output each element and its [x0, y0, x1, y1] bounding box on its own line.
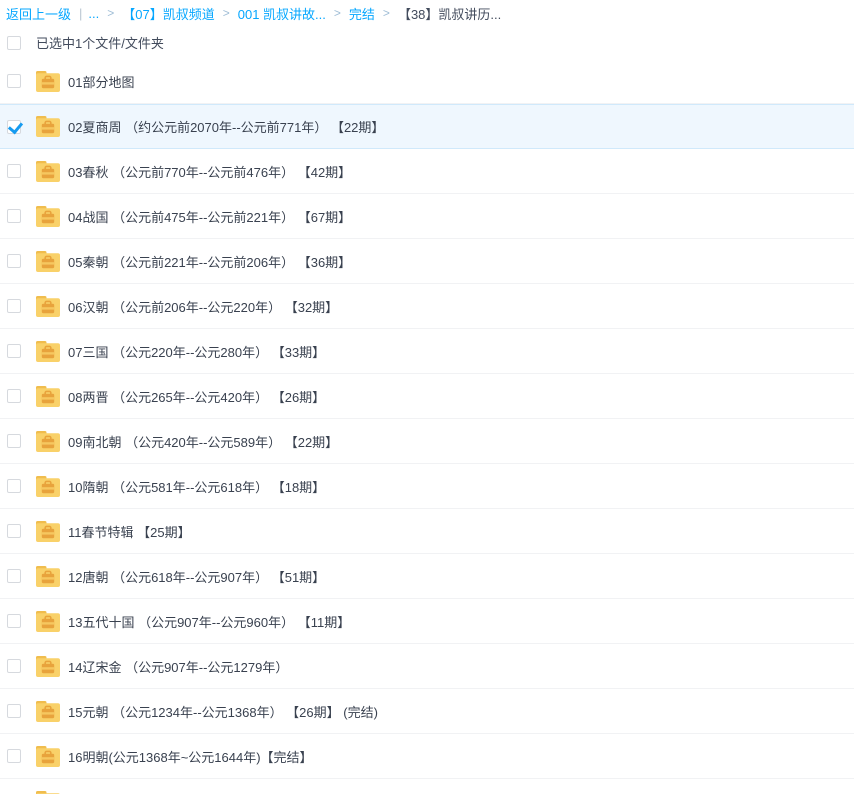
row-checkbox[interactable] [7, 74, 21, 88]
folder-icon [36, 521, 60, 542]
folder-icon [36, 296, 60, 317]
breadcrumb-item[interactable]: 001 凯叔讲故... [238, 4, 326, 23]
file-row[interactable]: 03春秋 （公元前770年--公元前476年） 【42期】 [0, 149, 854, 194]
row-checkbox[interactable] [7, 524, 21, 538]
file-row[interactable]: 16明朝(公元1368年~公元1644年)【完结】 [0, 734, 854, 779]
selection-count-label: 已选中1个文件/文件夹 [36, 33, 164, 52]
file-name-link[interactable]: 13五代十国 （公元907年--公元960年） 【11期】 [68, 612, 350, 631]
file-row[interactable]: 09南北朝 （公元420年--公元589年） 【22期】 [0, 419, 854, 464]
chevron-right-icon: > [223, 6, 230, 20]
chevron-right-icon: > [383, 6, 390, 20]
file-name-link[interactable]: 16明朝(公元1368年~公元1644年)【完结】 [68, 747, 313, 766]
file-name-link[interactable]: 14辽宋金 （公元907年--公元1279年） [68, 657, 288, 676]
breadcrumb-pipe: | [79, 6, 82, 21]
file-name-link[interactable]: 05秦朝 （公元前221年--公元前206年） 【36期】 [68, 252, 351, 271]
folder-icon [36, 116, 60, 137]
breadcrumb-item[interactable]: 完结 [349, 4, 375, 23]
folder-icon [36, 611, 60, 632]
folder-icon [36, 566, 60, 587]
file-row[interactable]: 11春节特辑 【25期】 [0, 509, 854, 554]
file-row[interactable]: 01部分地图 [0, 59, 854, 104]
file-name-link[interactable]: 01部分地图 [68, 72, 134, 91]
folder-icon [36, 791, 60, 794]
file-name-link[interactable]: 06汉朝 （公元前206年--公元220年） 【32期】 [68, 297, 338, 316]
folder-icon [36, 701, 60, 722]
folder-icon [36, 386, 60, 407]
folder-icon [36, 431, 60, 452]
file-name-link[interactable]: 10隋朝 （公元581年--公元618年） 【18期】 [68, 477, 325, 496]
file-name-link[interactable]: 11春节特辑 【25期】 [68, 522, 191, 541]
file-name-link[interactable]: 04战国 （公元前475年--公元前221年） 【67期】 [68, 207, 351, 226]
row-checkbox[interactable] [7, 389, 21, 403]
breadcrumb-current: 【38】凯叔讲历... [398, 4, 501, 23]
folder-icon [36, 656, 60, 677]
file-name-link[interactable]: 03春秋 （公元前770年--公元前476年） 【42期】 [68, 162, 351, 181]
file-name-link[interactable]: 08两晋 （公元265年--公元420年） 【26期】 [68, 387, 325, 406]
file-list: 01部分地图 02夏商周 （约公元前2070年--公元前771年） 【22期】 [0, 59, 854, 794]
file-row[interactable]: 12唐朝 （公元618年--公元907年） 【51期】 [0, 554, 854, 599]
file-row[interactable]: 13五代十国 （公元907年--公元960年） 【11期】 [0, 599, 854, 644]
row-checkbox[interactable] [7, 254, 21, 268]
folder-icon [36, 161, 60, 182]
row-checkbox[interactable] [7, 164, 21, 178]
chevron-right-icon: > [334, 6, 341, 20]
file-row[interactable]: 15元朝 （公元1234年--公元1368年） 【26期】 (完结) [0, 689, 854, 734]
file-row[interactable] [0, 779, 854, 794]
row-checkbox[interactable] [7, 479, 21, 493]
file-name-link[interactable]: 02夏商周 （约公元前2070年--公元前771年） 【22期】 [68, 117, 384, 136]
select-all-checkbox[interactable] [7, 36, 21, 50]
row-checkbox[interactable] [7, 209, 21, 223]
file-name-link[interactable]: 09南北朝 （公元420年--公元589年） 【22期】 [68, 432, 338, 451]
file-name-link[interactable]: 15元朝 （公元1234年--公元1368年） 【26期】 (完结) [68, 702, 378, 721]
folder-icon [36, 251, 60, 272]
folder-icon [36, 206, 60, 227]
file-name-link[interactable]: 12唐朝 （公元618年--公元907年） 【51期】 [68, 567, 325, 586]
folder-icon [36, 341, 60, 362]
row-checkbox[interactable] [7, 614, 21, 628]
row-checkbox[interactable] [7, 749, 21, 763]
file-row[interactable]: 10隋朝 （公元581年--公元618年） 【18期】 [0, 464, 854, 509]
folder-icon [36, 476, 60, 497]
row-checkbox[interactable] [7, 659, 21, 673]
file-row[interactable]: 14辽宋金 （公元907年--公元1279年） [0, 644, 854, 689]
breadcrumb-items: ... > 【07】凯叔频道 >001 凯叔讲故... > 完结 > 【38】凯叔讲历... [86, 4, 501, 23]
row-checkbox[interactable] [7, 434, 21, 448]
row-checkbox[interactable] [7, 704, 21, 718]
file-row[interactable]: 04战国 （公元前475年--公元前221年） 【67期】 [0, 194, 854, 239]
breadcrumb: 返回上一级 | ... > 【07】凯叔频道 >001 凯叔讲故... > 完结 > 【38】… [0, 0, 854, 26]
row-checkbox[interactable] [7, 120, 21, 134]
folder-icon [36, 71, 60, 92]
file-name-link[interactable]: 07三国 （公元220年--公元280年） 【33期】 [68, 342, 325, 361]
breadcrumb-back-link[interactable]: 返回上一级 [6, 4, 71, 23]
chevron-right-icon: > [107, 6, 114, 20]
file-row[interactable]: 07三国 （公元220年--公元280年） 【33期】 [0, 329, 854, 374]
row-checkbox[interactable] [7, 569, 21, 583]
row-checkbox[interactable] [7, 344, 21, 358]
file-row[interactable]: 08两晋 （公元265年--公元420年） 【26期】 [0, 374, 854, 419]
folder-icon [36, 746, 60, 767]
breadcrumb-item[interactable]: ... [88, 6, 99, 21]
selection-bar: 已选中1个文件/文件夹 [0, 26, 854, 59]
file-row[interactable]: 05秦朝 （公元前221年--公元前206年） 【36期】 [0, 239, 854, 284]
breadcrumb-item[interactable]: 【07】凯叔频道 [122, 4, 214, 23]
file-row[interactable]: 06汉朝 （公元前206年--公元220年） 【32期】 [0, 284, 854, 329]
file-row[interactable]: 02夏商周 （约公元前2070年--公元前771年） 【22期】 [0, 104, 854, 149]
row-checkbox[interactable] [7, 299, 21, 313]
